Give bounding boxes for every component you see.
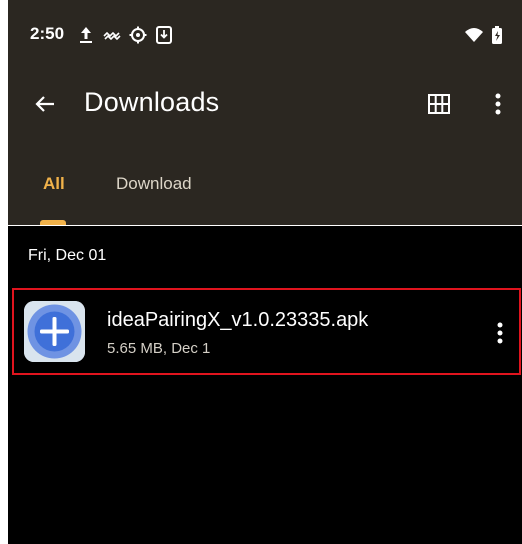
more-vertical-icon <box>495 93 501 115</box>
status-time: 2:50 <box>30 24 65 43</box>
battery-icon <box>492 26 502 44</box>
file-thumbnail <box>24 301 85 362</box>
page-title: Downloads <box>84 87 220 117</box>
settings-gear-icon <box>129 26 147 44</box>
tab-download[interactable]: Download <box>116 174 192 194</box>
wave-icon <box>103 31 121 41</box>
download-box-icon <box>156 26 172 44</box>
tab-all[interactable]: All <box>43 174 65 194</box>
filter-tabs: All Download <box>8 160 522 225</box>
top-header: 2:50 Downloads All Download <box>8 0 522 225</box>
status-bar: 2:50 <box>8 16 522 54</box>
file-meta: 5.65 MB, Dec 1 <box>107 340 211 357</box>
grid-view-icon <box>428 94 450 114</box>
list-item-file[interactable]: ideaPairingX_v1.0.23335.apk 5.65 MB, Dec… <box>12 288 521 375</box>
date-section-header: Fri, Dec 01 <box>28 247 107 264</box>
grid-view-button[interactable] <box>422 89 456 119</box>
arrow-left-icon <box>35 96 54 112</box>
file-more-button[interactable] <box>488 318 512 348</box>
header-divider <box>8 225 522 226</box>
downloads-screen: 2:50 Downloads All Download Fri, Dec 01 … <box>8 0 522 544</box>
back-button[interactable] <box>28 89 62 119</box>
upload-icon <box>80 27 92 43</box>
wifi-icon <box>465 28 483 42</box>
more-vertical-icon <box>497 322 503 344</box>
more-options-button[interactable] <box>486 89 510 119</box>
app-plus-icon <box>24 301 85 362</box>
file-name: ideaPairingX_v1.0.23335.apk <box>107 309 369 331</box>
